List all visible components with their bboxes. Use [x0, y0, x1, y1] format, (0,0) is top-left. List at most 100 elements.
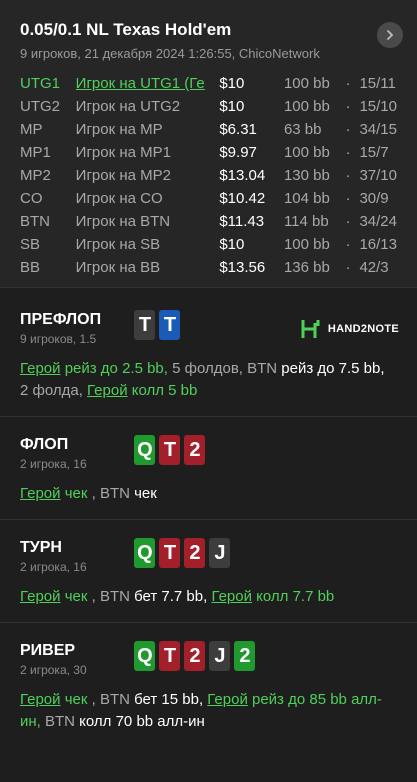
separator-dot: · [345, 213, 351, 230]
card-j-spade: J [209, 538, 231, 568]
player-position: UTG1 [20, 75, 61, 92]
street-info: 2 игрока, 16 [20, 457, 87, 471]
hand-history-panel: 0.05/0.1 NL Texas Hold'em 9 игроков, 21 … [0, 0, 417, 782]
player-stack-bb: 100 bb [283, 144, 330, 161]
card-q-club: Q [134, 538, 156, 568]
hero-link[interactable]: Герой [87, 382, 128, 399]
card-2-club: 2 [234, 641, 256, 671]
street-flop: ФЛОП 2 игрока, 16 QT2 Герой чек , BTN че… [0, 417, 417, 520]
player-name-link[interactable]: Игрок на MP2 [76, 167, 171, 184]
player-name-link[interactable]: Игрок на SB [76, 236, 160, 253]
player-row: UTG1 Игрок на UTG1 (Ге $10 100 bb · 15/11 [20, 72, 397, 95]
player-row: MP Игрок на MP $6.31 63 bb · 34/15 [20, 118, 397, 141]
expand-button[interactable] [377, 22, 403, 48]
street-info: 9 игроков, 1.5 [20, 332, 97, 346]
player-stack-bb: 130 bb [283, 167, 330, 184]
card-q-club: Q [134, 435, 156, 465]
card-t-heart: T [159, 538, 181, 568]
street-name: ФЛОП [20, 436, 69, 453]
player-name-link[interactable]: Игрок на UTG1 (Ге [76, 75, 205, 92]
action-text: 2 фолда, [20, 382, 88, 399]
player-name-link[interactable]: Игрок на BB [76, 259, 160, 276]
player-stack-bb: 136 bb [283, 259, 330, 276]
action-text: бет 15 bb, [134, 691, 208, 708]
street-actions: Герой чек , BTN бет 15 bb, Герой рейз до… [20, 689, 397, 733]
card-2-heart: 2 [184, 435, 206, 465]
player-name-link[interactable]: Игрок на MP [76, 121, 163, 138]
player-row: BTN Игрок на BTN $11.43 114 bb · 34/24 [20, 210, 397, 233]
player-position: BB [20, 259, 41, 276]
hand2note-logo-text: HAND2NOTE [327, 323, 399, 335]
street-info: 2 игрока, 16 [20, 560, 87, 574]
player-stack: $10.42 [219, 190, 266, 207]
action-text: , [87, 588, 100, 605]
game-title: 0.05/0.1 NL Texas Hold'em [20, 20, 232, 39]
street-actions: Герой рейз до 2.5 bb, 5 фолдов, BTN рейз… [20, 358, 397, 402]
hand2note-logo: HAND2NOTE [300, 318, 399, 340]
player-name-link[interactable]: Игрок на BTN [76, 213, 170, 230]
street-preflop: ПРЕФЛОП 9 игроков, 1.5 TT HAND2NOTE Геро… [0, 288, 417, 417]
street-actions: Герой чек , BTN чек [20, 483, 397, 505]
card-t-spade: T [134, 310, 156, 340]
street-actions: Герой чек , BTN бет 7.7 bb, Герой колл 7… [20, 586, 397, 608]
player-stats: 15/7 [359, 144, 389, 161]
player-stats: 42/3 [359, 259, 389, 276]
player-position: BTN [20, 213, 50, 230]
hand-header: 0.05/0.1 NL Texas Hold'em 9 игроков, 21 … [0, 0, 417, 288]
action-text: чек [60, 588, 88, 605]
hero-cards: TT [134, 310, 181, 340]
action-text: BTN [99, 485, 135, 502]
street-name: ТУРН [20, 539, 62, 556]
card-t-heart: T [159, 641, 181, 671]
player-stack-bb: 100 bb [283, 75, 330, 92]
card-t-heart: T [159, 435, 181, 465]
card-t-diamond: T [159, 310, 181, 340]
player-row: CO Игрок на CO $10.42 104 bb · 30/9 [20, 187, 397, 210]
hero-link[interactable]: Герой [20, 360, 61, 377]
card-2-heart: 2 [184, 641, 206, 671]
street-info: 2 игрока, 30 [20, 663, 87, 677]
player-stack: $10 [219, 236, 245, 253]
action-text: колл 7.7 bb [251, 588, 335, 605]
hero-link[interactable]: Герой [20, 691, 61, 708]
action-text: колл 70 bb алл-ин [79, 713, 205, 730]
action-text: чек [134, 485, 157, 502]
player-stats: 37/10 [359, 167, 397, 184]
separator-dot: · [345, 259, 351, 276]
player-row: UTG2 Игрок на UTG2 $10 100 bb · 15/10 [20, 95, 397, 118]
player-position: MP2 [20, 167, 51, 184]
hero-link[interactable]: Герой [207, 691, 248, 708]
player-name-link[interactable]: Игрок на MP1 [76, 144, 171, 161]
player-stats: 15/10 [359, 98, 397, 115]
board-cards: QT2J [134, 538, 231, 568]
action-text: BTN [247, 360, 282, 377]
player-position: SB [20, 236, 41, 253]
action-text: BTN [99, 588, 135, 605]
action-text: бет 7.7 bb, [134, 588, 212, 605]
hero-link[interactable]: Герой [211, 588, 252, 605]
player-stats: 16/13 [359, 236, 397, 253]
player-stats: 15/11 [359, 75, 396, 92]
player-position: CO [20, 190, 43, 207]
player-position: UTG2 [20, 98, 61, 115]
player-stack-bb: 100 bb [283, 98, 330, 115]
action-text: , [87, 485, 100, 502]
hero-link[interactable]: Герой [20, 588, 61, 605]
separator-dot: · [345, 190, 351, 207]
player-stats: 34/24 [359, 213, 397, 230]
player-stats: 34/15 [359, 121, 397, 138]
street-river: РИВЕР 2 игрока, 30 QT2J2 Герой чек , BTN… [0, 623, 417, 747]
card-j-spade: J [209, 641, 231, 671]
chevron-right-icon [387, 30, 394, 40]
board-cards: QT2J2 [134, 641, 256, 671]
player-name-link[interactable]: Игрок на CO [76, 190, 163, 207]
player-row: SB Игрок на SB $10 100 bb · 16/13 [20, 233, 397, 256]
card-2-heart: 2 [184, 538, 206, 568]
player-stack: $10 [219, 98, 245, 115]
player-stack: $10 [219, 75, 245, 92]
player-stack: $11.43 [219, 213, 265, 230]
player-name-link[interactable]: Игрок на UTG2 [76, 98, 180, 115]
hero-link[interactable]: Герой [20, 485, 61, 502]
hand-info: 9 игроков, 21 декабря 2024 1:26:55, Chic… [20, 46, 320, 61]
action-text: чек [60, 485, 88, 502]
